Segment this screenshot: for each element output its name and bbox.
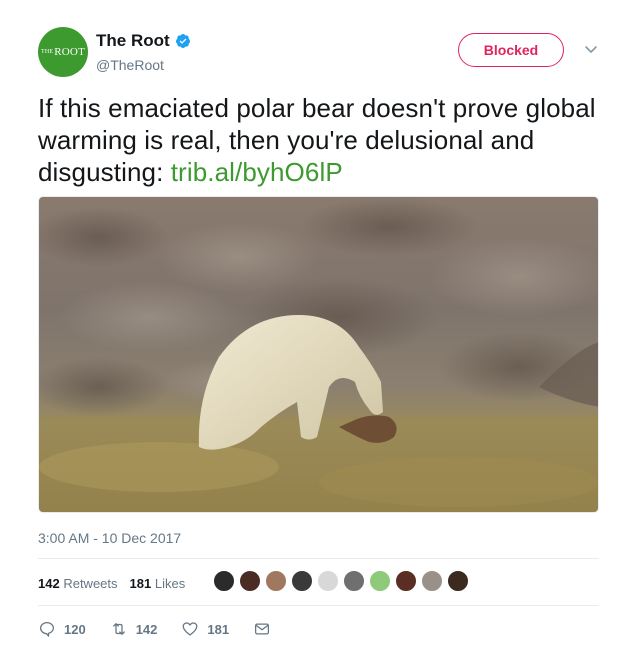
reply-icon (39, 621, 55, 637)
tweet-header: THEROOT The Root @TheRoot Blocked (38, 27, 608, 79)
heart-icon (183, 622, 198, 636)
retweet-count: 142 (135, 621, 158, 637)
liker-avatar-4[interactable] (291, 570, 313, 592)
direct-message-button[interactable] (253, 620, 279, 638)
verified-badge-icon (175, 34, 190, 48)
liker-avatar-10[interactable] (447, 570, 469, 592)
retweet-icon (112, 623, 125, 635)
liker-avatar-6[interactable] (343, 570, 365, 592)
retweets-label: Retweets (63, 575, 118, 591)
tweet-media-image[interactable] (38, 196, 599, 513)
blocked-button[interactable]: Blocked (458, 33, 564, 67)
divider (38, 605, 599, 606)
like-count: 181 (207, 621, 230, 637)
retweets-stat[interactable]: 142 Retweets (38, 576, 118, 591)
likes-stat[interactable]: 181 Likes (130, 576, 186, 591)
liker-avatar-8[interactable] (395, 570, 417, 592)
likes-count: 181 (129, 575, 152, 591)
liker-avatar-9[interactable] (421, 570, 443, 592)
tweet-text: If this emaciated polar bear doesn't pro… (38, 92, 598, 188)
like-button[interactable]: 181 (181, 620, 229, 638)
liker-avatars (213, 570, 473, 592)
likes-label: Likes (154, 575, 186, 591)
tweet-card: THEROOT The Root @TheRoot Blocked If thi… (0, 0, 636, 666)
reply-count: 120 (64, 621, 86, 637)
author-names: The Root @TheRoot (96, 31, 191, 73)
chevron-down-icon[interactable] (583, 41, 599, 57)
avatar[interactable]: THEROOT (38, 27, 88, 77)
liker-avatar-2[interactable] (239, 570, 261, 592)
display-name-row: The Root (96, 31, 191, 51)
retweet-button[interactable]: 142 (110, 620, 158, 638)
polar-bear-photo (39, 197, 598, 512)
author-handle[interactable]: @TheRoot (96, 57, 191, 73)
envelope-icon (255, 623, 270, 635)
retweets-count: 142 (38, 575, 60, 591)
display-name[interactable]: The Root (96, 31, 170, 51)
tweet-stats: 142 Retweets 181 Likes (38, 568, 197, 598)
divider (38, 558, 599, 559)
tweet-actions: 120 142 181 (38, 620, 303, 638)
tweet-link[interactable]: trib.al/byhO6lP (171, 157, 343, 187)
liker-avatar-7[interactable] (369, 570, 391, 592)
reply-button[interactable]: 120 (38, 620, 86, 638)
liker-avatar-3[interactable] (265, 570, 287, 592)
liker-avatar-5[interactable] (317, 570, 339, 592)
liker-avatar-1[interactable] (213, 570, 235, 592)
tweet-timestamp[interactable]: 3:00 AM - 10 Dec 2017 (38, 530, 181, 546)
avatar-logo: THEROOT (40, 46, 85, 58)
